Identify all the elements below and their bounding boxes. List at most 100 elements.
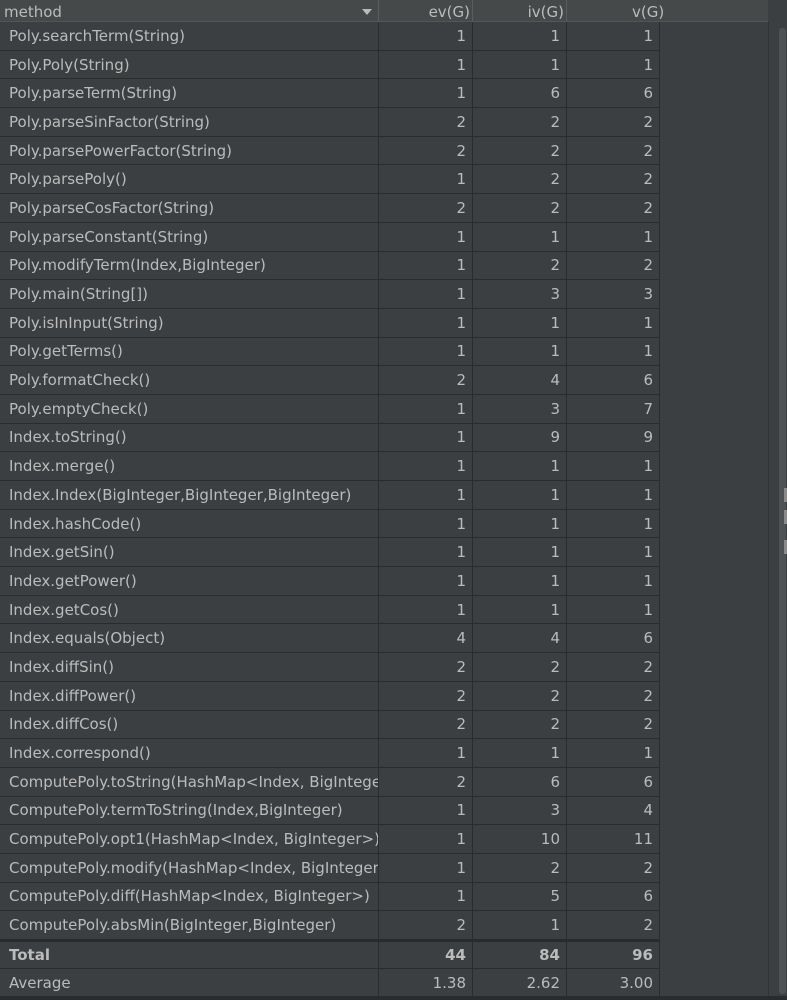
sort-descending-icon[interactable] <box>362 9 372 15</box>
iv-cell: 1 <box>473 222 567 251</box>
method-cell: Index.diffPower() <box>0 681 379 710</box>
table-row[interactable]: Index.getPower() 1 1 1 <box>0 567 660 596</box>
v-cell: 1 <box>567 337 660 366</box>
table-row[interactable]: Index.toString() 1 9 9 <box>0 423 660 453</box>
ev-cell: 44 <box>379 942 473 968</box>
iv-cell: 2 <box>473 136 567 165</box>
v-cell: 1 <box>567 538 660 567</box>
table-row[interactable]: Poly.parseCosFactor(String) 2 2 2 <box>0 194 660 223</box>
v-cell: 1 <box>567 308 660 337</box>
method-cell: Total <box>0 942 379 968</box>
v-cell: 6 <box>567 79 660 108</box>
column-header-label: ev(G) <box>428 3 470 21</box>
method-cell: Index.correspond() <box>0 739 379 767</box>
v-cell: 3.00 <box>567 968 660 997</box>
v-cell: 2 <box>567 108 660 136</box>
column-header-v[interactable]: v(G) <box>567 0 665 22</box>
iv-cell: 1 <box>473 452 567 480</box>
iv-cell: 5 <box>473 882 567 911</box>
table-row[interactable]: Poly.parsePoly() 1 2 2 <box>0 165 660 195</box>
total-row[interactable]: Total 44 84 96 <box>0 940 660 969</box>
ev-cell: 2 <box>379 911 473 939</box>
v-cell: 2 <box>567 165 660 194</box>
method-cell: Poly.isInInput(String) <box>0 308 379 337</box>
table-row[interactable]: Index.hashCode() 1 1 1 <box>0 509 660 539</box>
table-row[interactable]: Index.diffPower() 2 2 2 <box>0 681 660 711</box>
table-row[interactable]: Poly.emptyCheck() 1 3 7 <box>0 394 660 424</box>
table-row[interactable]: Index.equals(Object) 4 4 6 <box>0 624 660 654</box>
table-row[interactable]: Poly.parseTerm(String) 1 6 6 <box>0 79 660 109</box>
table-row[interactable]: ComputePoly.termToString(Index,BigIntege… <box>0 796 660 826</box>
iv-cell: 1 <box>473 308 567 337</box>
method-cell: Index.getSin() <box>0 538 379 567</box>
table-row[interactable]: Index.diffSin() 2 2 2 <box>0 653 660 682</box>
table-row[interactable]: Poly.searchTerm(String) 1 1 1 <box>0 22 660 51</box>
iv-cell: 9 <box>473 423 567 452</box>
method-cell: Index.toString() <box>0 423 379 452</box>
method-cell: Poly.getTerms() <box>0 337 379 366</box>
ev-cell: 2 <box>379 194 473 222</box>
ev-cell: 2 <box>379 136 473 165</box>
table-row[interactable]: Index.correspond() 1 1 1 <box>0 739 660 768</box>
ev-cell: 1 <box>379 50 473 79</box>
ev-cell: 1 <box>379 595 473 624</box>
column-header-method[interactable]: method <box>0 0 379 22</box>
average-row[interactable]: Average 1.38 2.62 3.00 <box>0 968 660 998</box>
ev-cell: 2 <box>379 653 473 681</box>
ev-cell: 1 <box>379 739 473 767</box>
v-cell: 6 <box>567 882 660 911</box>
method-cell: ComputePoly.diff(HashMap<Index, BigInteg… <box>0 882 379 911</box>
v-cell: 6 <box>567 767 660 796</box>
table-row[interactable]: Poly.modifyTerm(Index,BigInteger) 1 2 2 <box>0 251 660 281</box>
table-row[interactable]: ComputePoly.toString(HashMap<Index, BigI… <box>0 767 660 797</box>
table-row[interactable]: Index.merge() 1 1 1 <box>0 452 660 481</box>
ev-cell: 1 <box>379 882 473 911</box>
method-cell: ComputePoly.termToString(Index,BigIntege… <box>0 796 379 825</box>
v-cell: 2 <box>567 710 660 739</box>
method-cell: Poly.searchTerm(String) <box>0 22 379 50</box>
v-cell: 7 <box>567 394 660 423</box>
column-header-iv[interactable]: iv(G) <box>473 0 567 22</box>
v-cell: 9 <box>567 423 660 452</box>
table-row[interactable]: Poly.getTerms() 1 1 1 <box>0 337 660 367</box>
method-cell: Poly.formatCheck() <box>0 366 379 394</box>
table-row[interactable]: Poly.parseSinFactor(String) 2 2 2 <box>0 108 660 137</box>
column-header-ev[interactable]: ev(G) <box>379 0 473 22</box>
ev-cell: 2 <box>379 681 473 710</box>
ev-cell: 1 <box>379 509 473 538</box>
method-cell: Index.hashCode() <box>0 509 379 538</box>
v-cell: 2 <box>567 911 660 939</box>
table-row[interactable]: Poly.formatCheck() 2 4 6 <box>0 366 660 395</box>
table-row[interactable]: Poly.isInInput(String) 1 1 1 <box>0 308 660 338</box>
table-row[interactable]: ComputePoly.absMin(BigInteger,BigInteger… <box>0 911 660 940</box>
table-row[interactable]: Index.Index(BigInteger,BigInteger,BigInt… <box>0 481 660 510</box>
ev-cell: 1 <box>379 394 473 423</box>
iv-cell: 1 <box>473 538 567 567</box>
table-row[interactable]: ComputePoly.opt1(HashMap<Index, BigInteg… <box>0 825 660 854</box>
table-row[interactable]: Index.diffCos() 2 2 2 <box>0 710 660 740</box>
iv-cell: 1 <box>473 567 567 595</box>
metrics-table: method ev(G) iv(G) v(G) Poly.searchTerm(… <box>0 0 768 998</box>
table-row[interactable]: Index.getSin() 1 1 1 <box>0 538 660 568</box>
table-body: Poly.searchTerm(String) 1 1 1 Poly.Poly(Stri… <box>0 22 660 998</box>
iv-cell: 2 <box>473 681 567 710</box>
table-row[interactable]: Poly.Poly(String) 1 1 1 <box>0 50 660 80</box>
v-cell: 3 <box>567 280 660 308</box>
table-row[interactable]: ComputePoly.modify(HashMap<Index, BigInt… <box>0 853 660 883</box>
method-cell: Index.getCos() <box>0 595 379 624</box>
iv-cell: 6 <box>473 767 567 796</box>
table-row[interactable]: Poly.parseConstant(String) 1 1 1 <box>0 222 660 252</box>
ev-cell: 1 <box>379 481 473 509</box>
column-header-label: iv(G) <box>527 3 564 21</box>
ev-cell: 2 <box>379 710 473 739</box>
table-row[interactable]: ComputePoly.diff(HashMap<Index, BigInteg… <box>0 882 660 912</box>
table-row[interactable]: Index.getCos() 1 1 1 <box>0 595 660 625</box>
vertical-scrollbar[interactable] <box>768 22 787 996</box>
table-row[interactable]: Poly.main(String[]) 1 3 3 <box>0 280 660 309</box>
table-row[interactable]: Poly.parsePowerFactor(String) 2 2 2 <box>0 136 660 166</box>
iv-cell: 1 <box>473 50 567 79</box>
method-cell: Poly.modifyTerm(Index,BigInteger) <box>0 251 379 280</box>
ev-cell: 2 <box>379 767 473 796</box>
column-header-label: v(G) <box>632 3 665 21</box>
method-cell: ComputePoly.modify(HashMap<Index, BigInt… <box>0 853 379 882</box>
